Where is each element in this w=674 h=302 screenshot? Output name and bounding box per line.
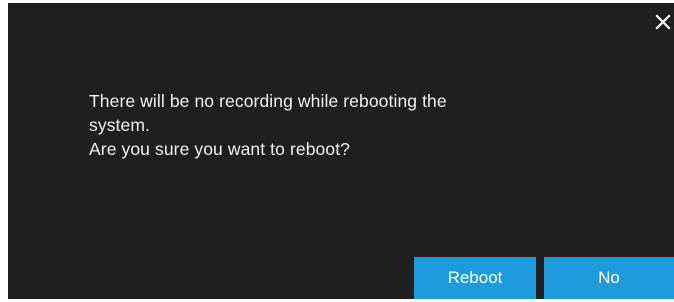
message-line: system. [89,115,150,135]
dialog-actions: Reboot No [414,257,674,299]
message-line: There will be no recording while rebooti… [89,91,447,111]
message-line: Are you sure you want to reboot? [89,139,350,159]
close-icon [655,14,671,30]
close-button[interactable] [654,13,672,31]
reboot-confirmation-dialog: There will be no recording while rebooti… [0,0,674,302]
dialog-message: There will be no recording while rebooti… [89,89,569,161]
reboot-button[interactable]: Reboot [414,257,536,299]
no-button[interactable]: No [544,257,674,299]
